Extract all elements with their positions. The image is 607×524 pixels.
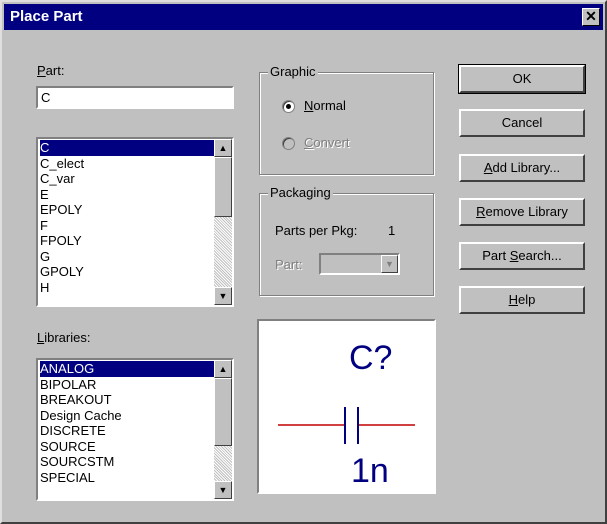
list-item[interactable]: BIPOLAR [40,377,214,393]
list-item[interactable]: C [40,140,214,156]
list-item[interactable]: EPOLY [40,202,214,218]
packaging-groupbox: Packaging Parts per Pkg: 1 Part: ▼ [259,185,434,296]
part-input-value: C [41,90,51,105]
window-title: Place Part [10,8,83,25]
add-library-button[interactable]: Add Library... [459,154,585,182]
scroll-up-icon: ▲ [218,364,228,374]
remove-library-button[interactable]: Remove Library [459,198,585,226]
normal-radio-label[interactable]: Normal [304,98,346,113]
part-label: Part: [37,63,64,78]
list-item[interactable]: E [40,187,214,203]
part-input[interactable]: C [36,86,234,109]
part-preview: C? 1n [257,319,436,494]
convert-radio[interactable] [282,137,295,150]
libraries-list-items: ANALOG BIPOLAR BREAKOUT Design Cache DISCRET… [38,360,214,499]
graphic-legend: Graphic [268,64,318,79]
pkg-part-combo[interactable]: ▼ [319,253,400,275]
list-item[interactable]: GPOLY [40,264,214,280]
list-item[interactable]: ANALOG [40,361,214,377]
libraries-label-rest: ibraries: [44,330,91,345]
parts-per-pkg-value: 1 [388,223,396,238]
title-bar[interactable]: Place Part ✕ [4,4,603,30]
scroll-up-button[interactable]: ▲ [214,139,232,157]
chevron-down-icon: ▼ [385,259,394,269]
remove-library-rest: emove Library [485,204,568,219]
scroll-up-button[interactable]: ▲ [214,360,232,378]
remove-library-hotkey: R [476,204,486,219]
convert-rest: onvert [313,135,350,150]
convert-hotkey: C [304,135,314,150]
preview-value: 1n [351,452,389,490]
help-button[interactable]: Help [459,286,585,314]
close-button[interactable]: ✕ [582,8,600,26]
list-item[interactable]: FPOLY [40,233,214,249]
normal-hotkey: N [304,98,314,113]
add-library-rest: dd Library... [492,160,561,175]
part-listbox[interactable]: C C_elect C_var E EPOLY F FPOLY G GPOLY H ▲ ▼ [36,137,234,307]
libraries-label: Libraries: [37,330,90,345]
parts-per-pkg-label: Parts per Pkg: [275,223,358,238]
part-search-rest: earch... [518,248,562,263]
list-item[interactable]: H [40,280,214,296]
capacitor-symbol: C? 1n [278,339,415,490]
part-label-rest: art: [45,63,65,78]
list-item[interactable]: Design Cache [40,408,214,424]
scroll-down-icon: ▼ [218,485,228,495]
radio-dot [286,104,291,109]
cancel-button[interactable]: Cancel [459,109,585,137]
pkg-part-label: Part: [275,257,303,272]
help-rest: elp [518,292,536,307]
part-label-hotkey: P [37,63,46,78]
scroll-thumb[interactable] [214,378,232,446]
scroll-up-icon: ▲ [218,143,228,153]
normal-rest: ormal [313,98,346,113]
list-item[interactable]: BREAKOUT [40,392,214,408]
part-search-button[interactable]: Part Search... [459,242,585,270]
list-item[interactable]: DISCRETE [40,423,214,439]
place-part-dialog: Place Part ✕ Part: C C C_elect C_var E EPOLY… [0,0,607,524]
packaging-legend: Packaging [268,185,333,200]
list-item[interactable]: SOURCSTM [40,454,214,470]
normal-radio[interactable] [282,100,295,113]
part-list-scrollbar[interactable]: ▲ ▼ [214,139,232,305]
scroll-down-button[interactable]: ▼ [214,481,232,499]
list-item[interactable]: SPECIAL [40,470,214,486]
scroll-down-icon: ▼ [218,291,228,301]
list-item[interactable]: F [40,218,214,234]
combo-dropdown-button[interactable]: ▼ [381,255,398,273]
list-item[interactable]: C_var [40,171,214,187]
scroll-down-button[interactable]: ▼ [214,287,232,305]
list-item[interactable]: SOURCE [40,439,214,455]
help-hotkey: H [508,292,519,307]
list-item[interactable]: G [40,249,214,265]
convert-radio-label[interactable]: Convert [304,135,350,150]
preview-refdes: C? [349,339,392,377]
graphic-groupbox: Graphic Normal Convert [259,64,434,175]
part-list-items: C C_elect C_var E EPOLY F FPOLY G GPOLY H [38,139,214,305]
libraries-listbox[interactable]: ANALOG BIPOLAR BREAKOUT Design Cache DISCRET… [36,358,234,501]
scroll-thumb[interactable] [214,157,232,217]
close-icon: ✕ [585,8,597,24]
list-item[interactable]: C_elect [40,156,214,172]
part-search-pre: Part [482,248,510,263]
ok-button[interactable]: OK [458,64,586,94]
libraries-list-scrollbar[interactable]: ▲ ▼ [214,360,232,499]
